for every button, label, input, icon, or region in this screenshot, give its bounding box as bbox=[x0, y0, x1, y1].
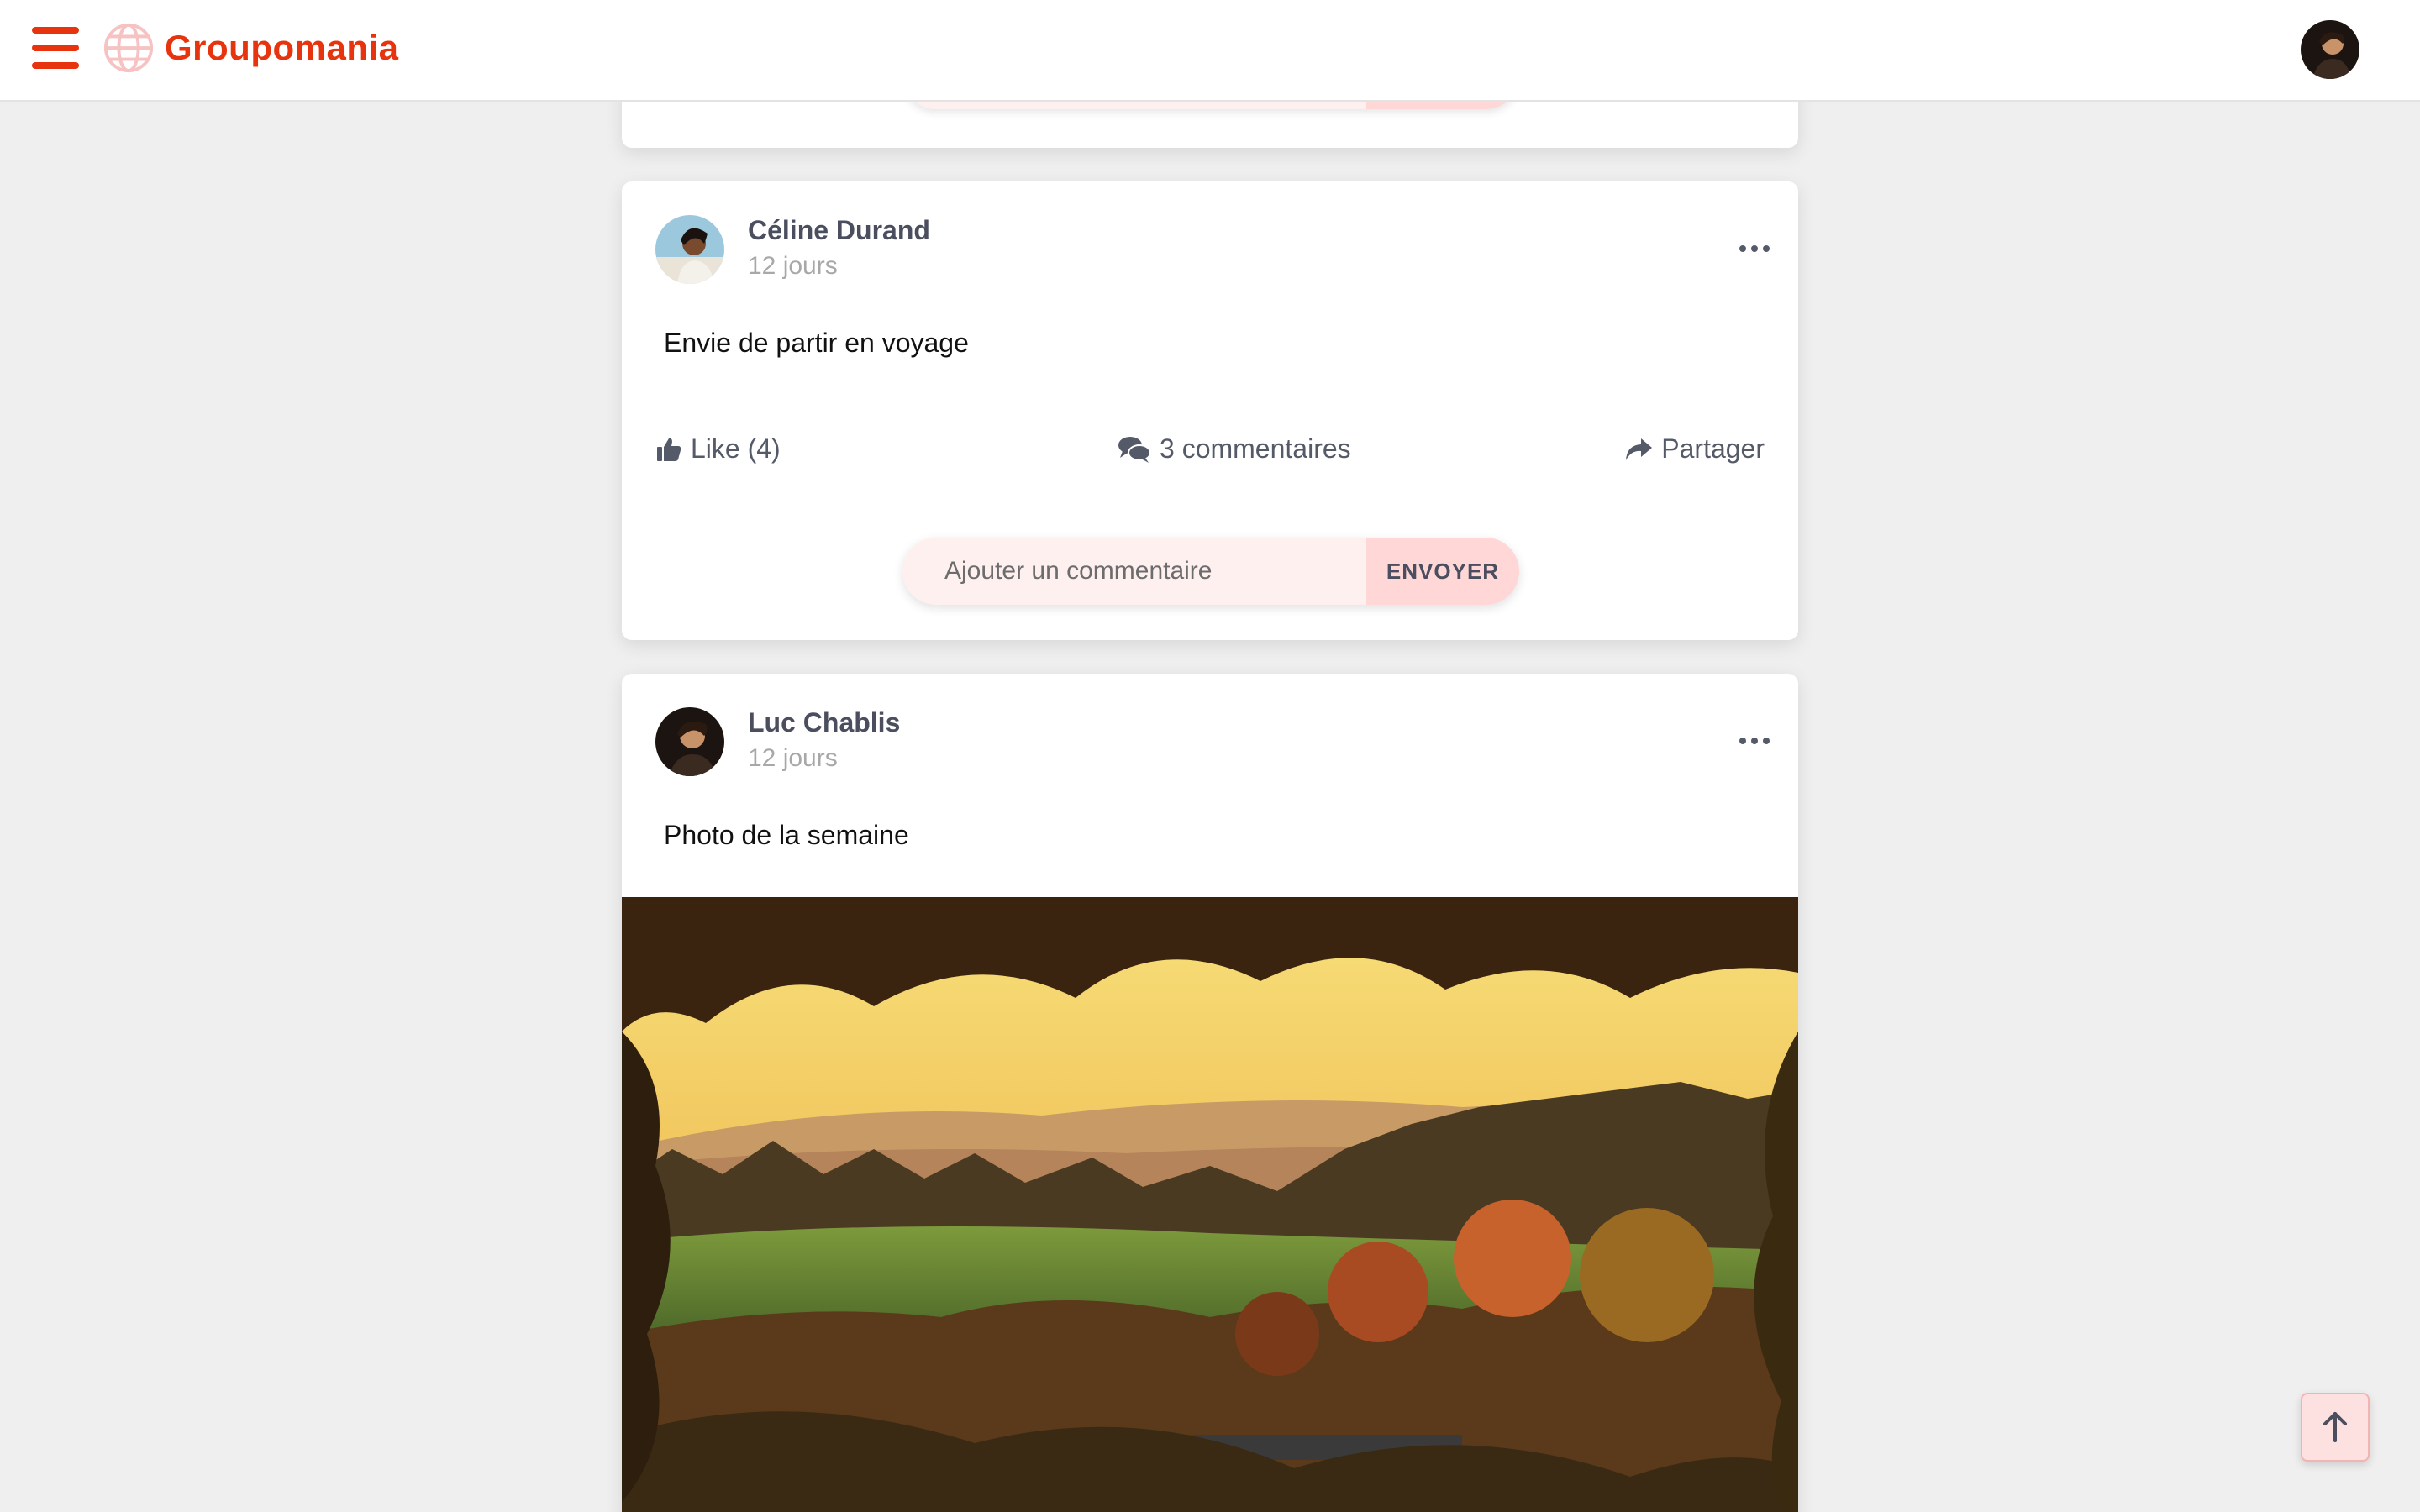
globe-icon bbox=[103, 23, 154, 73]
app-name: Groupomania bbox=[165, 28, 399, 67]
author-avatar-image bbox=[655, 707, 724, 776]
share-arrow-icon bbox=[1626, 438, 1653, 460]
author-name[interactable]: Luc Chablis bbox=[748, 707, 900, 738]
author-avatar[interactable] bbox=[655, 215, 724, 284]
author-avatar[interactable] bbox=[655, 707, 724, 776]
comments-icon bbox=[1118, 436, 1151, 463]
share-button[interactable]: Partager bbox=[1624, 433, 1765, 465]
post-card: Céline Durand 12 jours Envie de partir e… bbox=[622, 181, 1798, 640]
hamburger-icon[interactable] bbox=[32, 27, 79, 69]
post-actions: Like (4) 3 commentaires Partager bbox=[655, 433, 1765, 475]
send-button[interactable]: ENVOYER bbox=[1366, 538, 1519, 605]
more-dots-icon[interactable] bbox=[1739, 240, 1770, 257]
comment-form: ENVOYER bbox=[902, 538, 1519, 605]
comments-button[interactable]: 3 commentaires bbox=[1118, 433, 1351, 465]
comment-input[interactable] bbox=[902, 538, 1366, 605]
post-photo[interactable] bbox=[622, 897, 1798, 1512]
post-time: 12 jours bbox=[748, 744, 838, 772]
arrow-up-icon bbox=[2323, 1412, 2347, 1442]
author-avatar-image bbox=[655, 215, 724, 284]
share-label: Partager bbox=[1661, 433, 1765, 464]
like-label: Like (4) bbox=[691, 433, 781, 464]
scroll-to-top-button[interactable] bbox=[2301, 1393, 2370, 1462]
top-navbar: Groupomania bbox=[0, 0, 2420, 102]
like-button[interactable]: Like (4) bbox=[655, 433, 781, 465]
post-text: Envie de partir en voyage bbox=[664, 328, 969, 358]
post-text: Photo de la semaine bbox=[664, 820, 909, 850]
post-time: 12 jours bbox=[748, 252, 838, 280]
comments-label: 3 commentaires bbox=[1160, 433, 1351, 464]
thumbs-up-icon bbox=[657, 438, 681, 461]
logo[interactable]: Groupomania bbox=[103, 22, 399, 74]
post-card: Luc Chablis 12 jours Photo de la semaine bbox=[622, 674, 1798, 1512]
user-avatar[interactable] bbox=[2301, 20, 2360, 79]
author-name[interactable]: Céline Durand bbox=[748, 215, 930, 246]
more-dots-icon[interactable] bbox=[1739, 732, 1770, 749]
user-avatar-image bbox=[2301, 20, 2360, 79]
